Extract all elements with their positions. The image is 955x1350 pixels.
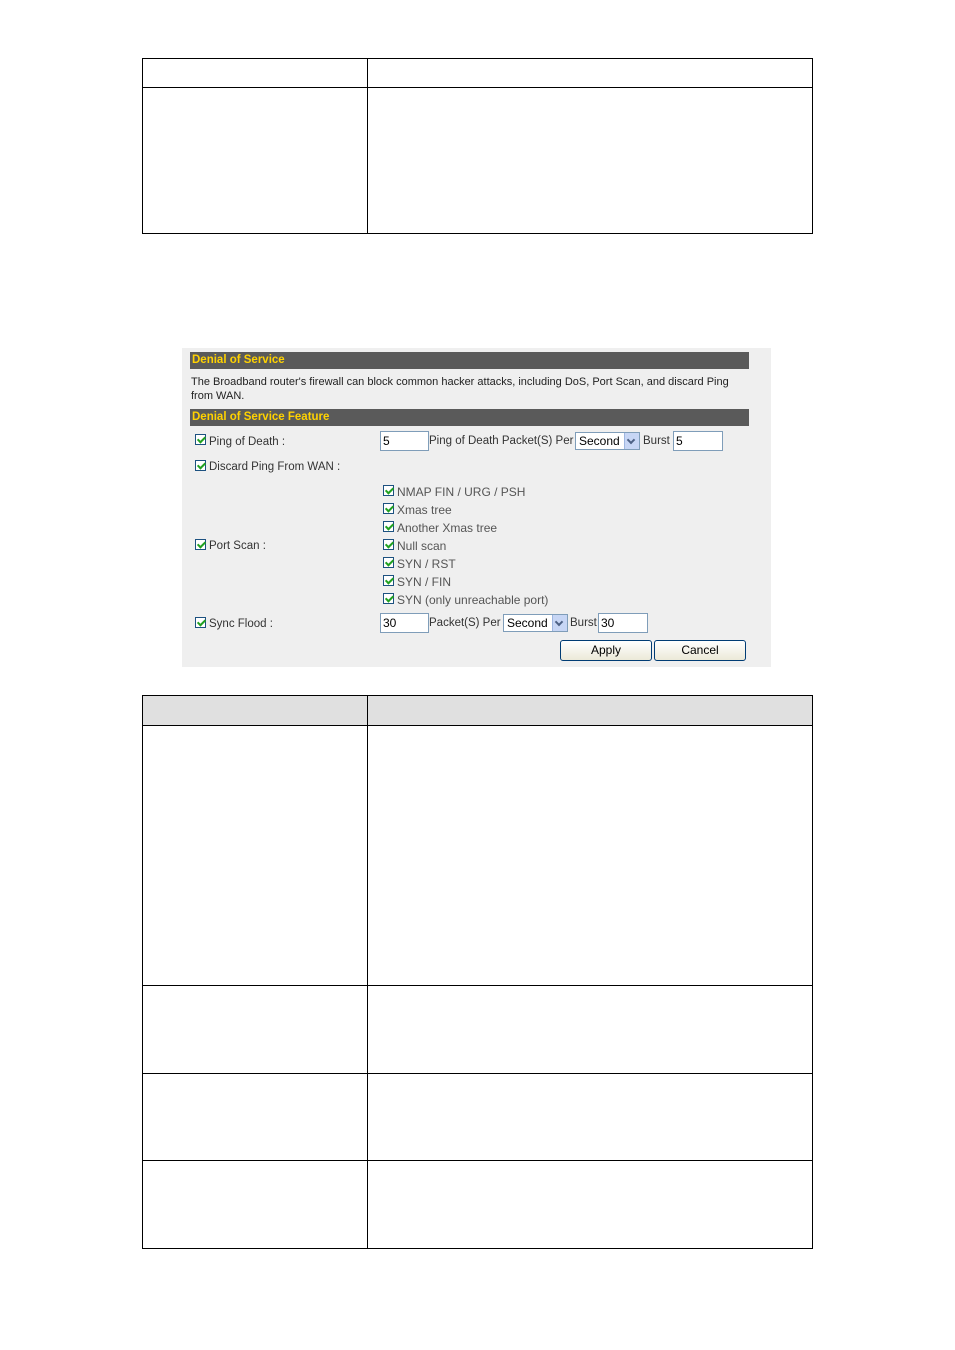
port-scan-option-checkbox[interactable] xyxy=(383,539,394,550)
chevron-down-icon xyxy=(624,433,639,449)
port-scan-option-label: Another Xmas tree xyxy=(397,521,498,535)
table-cell xyxy=(367,1073,813,1161)
port-scan-option-label: SYN / RST xyxy=(397,557,456,571)
sync-flood-burst-input[interactable]: 30 xyxy=(598,613,648,633)
sync-flood-burst-label: Burst xyxy=(570,617,597,629)
cancel-button[interactable]: Cancel xyxy=(654,640,746,661)
section-title-bar: Denial of Service xyxy=(190,352,749,369)
sync-flood-unit-value: Second xyxy=(507,616,548,630)
top-description-table xyxy=(142,58,813,234)
table-cell xyxy=(367,985,813,1074)
table-cell xyxy=(367,725,813,986)
port-scan-option-checkbox[interactable] xyxy=(383,593,394,604)
table-cell xyxy=(367,1160,813,1249)
table-cell xyxy=(142,87,368,234)
table-cell xyxy=(367,87,813,234)
table-header-cell xyxy=(367,695,813,726)
port-scan-option-label: NMAP FIN / URG / PSH xyxy=(397,485,526,499)
ping-of-death-packets-input[interactable]: 5 xyxy=(380,431,429,451)
port-scan-option-label: SYN / FIN xyxy=(397,575,452,589)
sync-flood-checkbox[interactable] xyxy=(195,617,206,628)
table-cell xyxy=(142,725,368,986)
port-scan-checkbox[interactable] xyxy=(195,539,206,550)
table-cell xyxy=(142,58,368,88)
table-cell xyxy=(142,1160,368,1249)
table-cell xyxy=(142,985,368,1074)
port-scan-option-label: SYN (only unreachable port) xyxy=(397,593,549,607)
port-scan-option-checkbox[interactable] xyxy=(383,503,394,514)
ping-of-death-packets-text: Ping of Death Packet(S) Per xyxy=(429,435,574,447)
port-scan-option-checkbox[interactable] xyxy=(383,485,394,496)
ping-of-death-burst-input[interactable]: 5 xyxy=(673,431,723,451)
bottom-description-table xyxy=(142,695,813,1249)
port-scan-option-checkbox[interactable] xyxy=(383,575,394,586)
sync-flood-packets-text: Packet(S) Per xyxy=(429,617,501,629)
sync-flood-label: Sync Flood : xyxy=(209,618,273,630)
port-scan-option-label: Xmas tree xyxy=(397,503,452,517)
sync-flood-unit-select[interactable]: Second xyxy=(503,614,568,632)
ping-of-death-unit-value: Second xyxy=(579,434,620,448)
port-scan-label: Port Scan : xyxy=(209,540,266,552)
denial-of-service-panel: Denial of Service The Broadband router's… xyxy=(182,348,771,667)
port-scan-option-label: Null scan xyxy=(397,539,447,553)
discard-ping-checkbox[interactable] xyxy=(195,460,206,471)
section-description: The Broadband router's firewall can bloc… xyxy=(191,376,729,402)
ping-of-death-checkbox[interactable] xyxy=(195,434,206,445)
sync-flood-packets-input[interactable]: 30 xyxy=(380,613,429,633)
port-scan-option-checkbox[interactable] xyxy=(383,557,394,568)
table-header-cell xyxy=(142,695,368,726)
ping-of-death-label: Ping of Death : xyxy=(209,436,286,448)
apply-button[interactable]: Apply xyxy=(560,640,652,661)
chevron-down-icon xyxy=(552,615,567,631)
discard-ping-label: Discard Ping From WAN : xyxy=(209,461,341,473)
table-cell xyxy=(142,1073,368,1161)
ping-of-death-unit-select[interactable]: Second xyxy=(575,432,640,450)
ping-of-death-burst-label: Burst xyxy=(643,435,670,447)
port-scan-option-checkbox[interactable] xyxy=(383,521,394,532)
table-cell xyxy=(367,58,813,88)
feature-title-bar: Denial of Service Feature xyxy=(190,409,749,426)
